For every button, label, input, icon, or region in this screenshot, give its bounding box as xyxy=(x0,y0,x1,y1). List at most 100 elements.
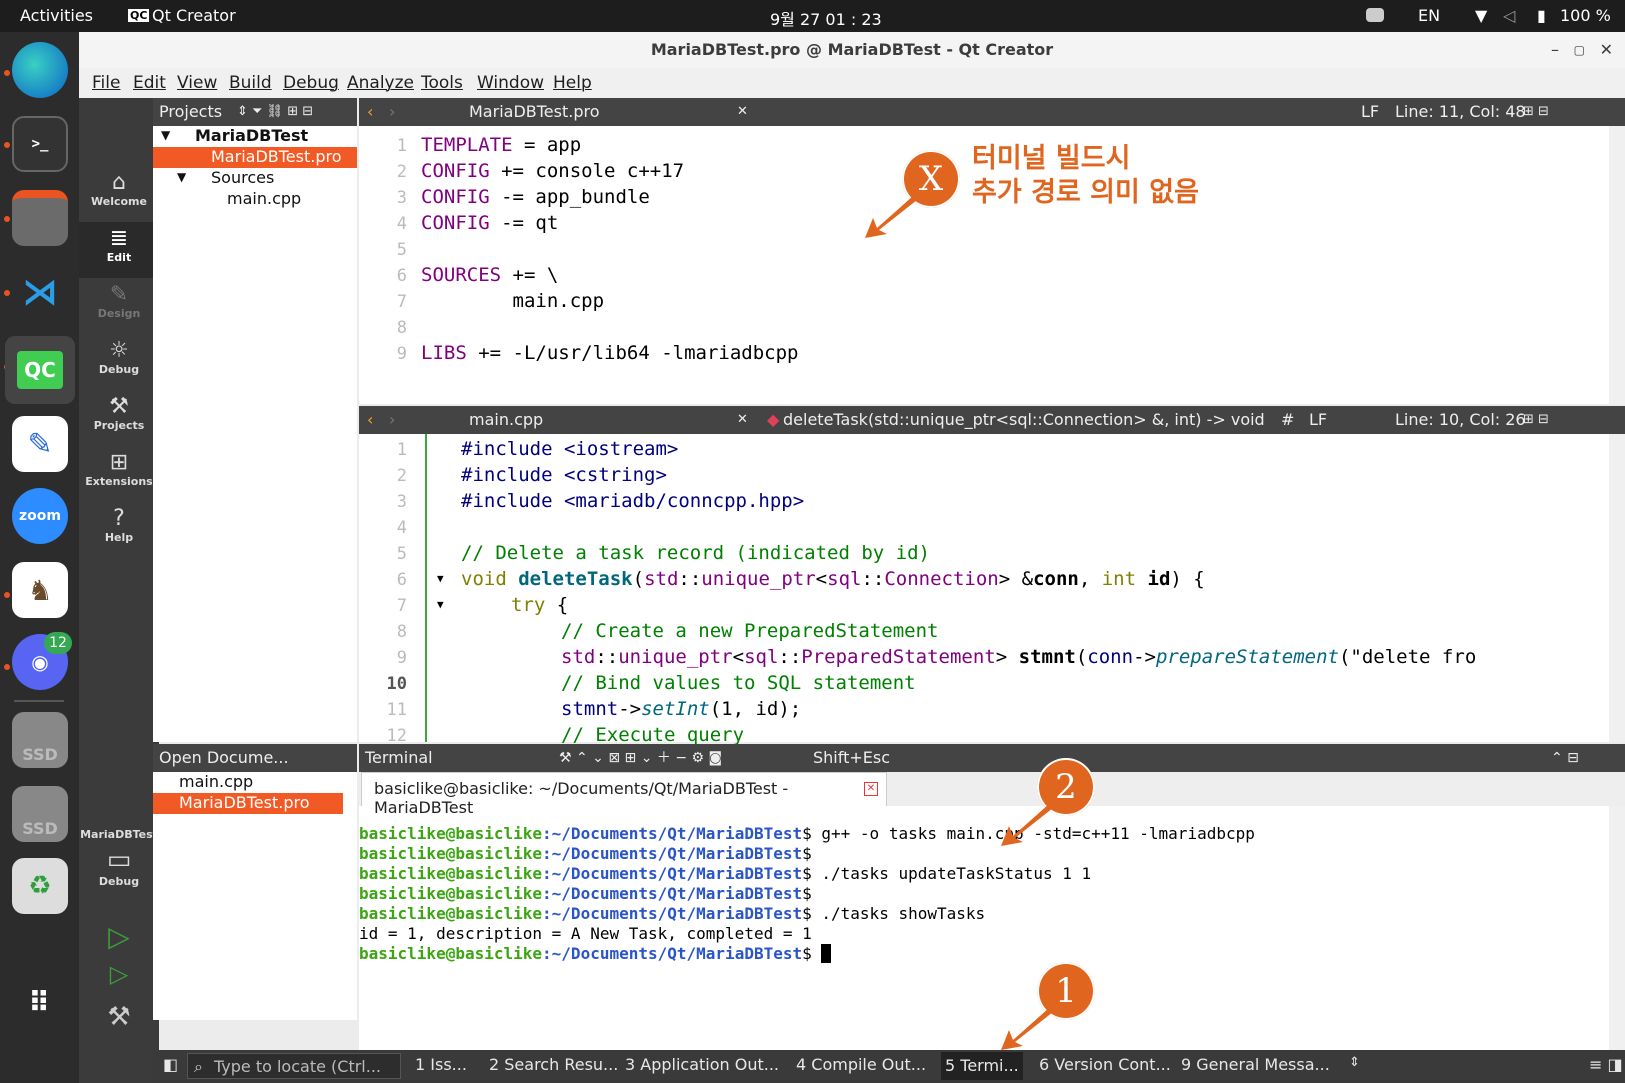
editor1-lf[interactable]: LF xyxy=(1361,98,1379,126)
editor1-toolbar: ‹ › MariaDBTest.pro ✕ LF Line: 11, Col: … xyxy=(359,98,1625,126)
back-arrow-icon[interactable]: ‹ xyxy=(367,98,373,126)
vscode-icon[interactable]: ⋊ xyxy=(12,264,68,320)
split-icon[interactable]: ⊞ ⊟ xyxy=(1523,406,1549,434)
tree-item-maincpp[interactable]: main.cpp xyxy=(227,189,301,208)
terminal-tab-bar: basiclike@basiclike: ~/Documents/Qt/Mari… xyxy=(359,772,1625,817)
editor2-hash[interactable]: # xyxy=(1281,406,1294,434)
panel-maximize-close-icons[interactable]: ⌃ ⊟ xyxy=(1551,744,1579,772)
editor2-toolbar: ‹ › main.cpp ✕ ◆ deleteTask(std::unique_… xyxy=(359,406,1625,434)
editor2-code[interactable]: 1 #include <iostream> 2 #include <cstrin… xyxy=(359,434,1625,746)
mode-welcome[interactable]: ⌂ Welcome xyxy=(79,166,159,222)
close-doc-icon[interactable]: ✕ xyxy=(737,406,748,434)
output-tab-compile[interactable]: 4 Compile Out... xyxy=(796,1055,926,1074)
qt-creator-dock-active[interactable]: QC xyxy=(5,336,75,404)
maximize-icon[interactable]: ▢ xyxy=(1574,32,1585,68)
qt-app-icon: QC xyxy=(128,9,150,22)
output-tab-version-control[interactable]: 6 Version Cont... xyxy=(1039,1055,1171,1074)
wifi-icon[interactable]: ▼ xyxy=(1475,6,1487,25)
editor2-scrollbar[interactable] xyxy=(1609,434,1625,742)
open-doc-item[interactable]: main.cpp xyxy=(179,772,253,791)
locator-input[interactable]: ⌕ Type to locate (Ctrl... xyxy=(187,1053,401,1079)
menu-file[interactable]: File xyxy=(92,73,120,93)
menu-tools[interactable]: Tools xyxy=(421,73,463,93)
dock: >_ ⋊ QC ✎ zoom ♞ ◉ 12 SSD SSD ♻ ⠿ xyxy=(0,32,79,1083)
open-documents-header: Open Docume... xyxy=(153,744,357,772)
toggle-sidebar-icon[interactable]: ◧ xyxy=(163,1055,178,1074)
menu-analyze[interactable]: Analyze xyxy=(347,73,414,93)
menu-window[interactable]: Window xyxy=(477,73,544,93)
open-documents-title[interactable]: Open Docume... xyxy=(159,748,289,767)
close-window-icon[interactable]: ✕ xyxy=(1600,32,1613,68)
editor1-scrollbar[interactable] xyxy=(1609,126,1625,404)
mode-edit[interactable]: ≣ Edit xyxy=(79,222,159,278)
output-tab-terminal-active[interactable]: 5 Termi... xyxy=(941,1052,1023,1080)
dbeaver-icon[interactable]: ♞ xyxy=(12,562,68,618)
forward-arrow-icon[interactable]: › xyxy=(389,406,395,434)
mode-help[interactable]: ? Help xyxy=(79,502,159,558)
open-doc-item-selected[interactable]: MariaDBTest.pro xyxy=(153,793,343,814)
mode-debug[interactable]: ☼ Debug xyxy=(79,334,159,390)
back-arrow-icon[interactable]: ‹ xyxy=(367,406,373,434)
editor2-symbol[interactable]: deleteTask(std::unique_ptr<sql::Connecti… xyxy=(783,406,1265,434)
trash-icon[interactable]: ♻ xyxy=(12,858,68,914)
panel-controls-icon[interactable]: ⇕ ⏷ ⛓ ⊞ ⊟ xyxy=(237,98,313,126)
battery-icon[interactable]: ▮ xyxy=(1537,6,1546,25)
menu-help[interactable]: Help xyxy=(553,73,592,93)
terminal-scrollbar[interactable] xyxy=(1609,806,1625,1062)
build-hammer-icon[interactable]: ⚒ xyxy=(79,1002,159,1058)
more-tabs-icon[interactable]: ⇕ xyxy=(1349,1055,1360,1070)
fold-arrow-icon[interactable]: ▼ xyxy=(437,598,444,611)
output-tab-general-messages[interactable]: 9 General Messa... xyxy=(1181,1055,1330,1074)
ssd-drive-1-icon[interactable]: SSD xyxy=(12,712,68,768)
text-editor-icon[interactable]: ✎ xyxy=(12,416,68,472)
terminal-app-icon[interactable]: >_ xyxy=(12,116,68,172)
mode-design[interactable]: ✎ Design xyxy=(79,278,159,334)
discord-tray-icon[interactable] xyxy=(1366,8,1384,22)
terminal-panel-title: Terminal xyxy=(365,748,433,767)
tree-item-project[interactable]: MariaDBTest xyxy=(195,126,308,145)
sound-muted-icon[interactable]: ◁ xyxy=(1503,6,1515,25)
editor2-cursor-pos[interactable]: Line: 10, Col: 26 xyxy=(1395,406,1526,434)
mode-selector: ⌂ Welcome ≣ Edit ✎ Design ☼ Debug ⚒ Projects … xyxy=(79,98,159,1083)
output-tab-issues[interactable]: 1 Iss... xyxy=(415,1055,467,1074)
show-apps-grid-icon[interactable]: ⠿ xyxy=(12,974,68,1030)
minimize-icon[interactable]: – xyxy=(1551,32,1559,68)
menu-edit[interactable]: Edit xyxy=(133,73,166,93)
menu-view[interactable]: View xyxy=(177,73,217,93)
zoom-icon[interactable]: zoom xyxy=(12,488,68,544)
clock[interactable]: 9월 27 01 : 23 xyxy=(770,6,882,30)
activities-button[interactable]: Activities xyxy=(20,6,93,25)
progress-toggle-icon[interactable]: ≡ ◨ xyxy=(1589,1055,1623,1074)
terminal-tab[interactable]: basiclike@basiclike: ~/Documents/Qt/Mari… xyxy=(361,772,887,817)
tree-item-pro-selected[interactable]: MariaDBTest.pro xyxy=(153,147,357,168)
terminal-output[interactable]: basiclike@basiclike:~/Documents/Qt/Maria… xyxy=(359,824,1609,1044)
editor1-cursor-pos[interactable]: Line: 11, Col: 48 xyxy=(1395,98,1526,126)
mode-extensions[interactable]: ⊞ Extensions xyxy=(79,446,159,502)
output-tab-application[interactable]: 3 Application Out... xyxy=(625,1055,779,1074)
input-language[interactable]: EN xyxy=(1418,6,1440,25)
projects-title[interactable]: Projects xyxy=(159,102,222,121)
editor1-filename[interactable]: MariaDBTest.pro xyxy=(469,98,600,126)
split-icon[interactable]: ⊞ ⊟ xyxy=(1523,98,1549,126)
menu-debug[interactable]: Debug xyxy=(283,73,339,93)
close-doc-icon[interactable]: ✕ xyxy=(737,98,748,126)
close-tab-icon[interactable]: ✕ xyxy=(864,782,878,796)
expand-arrow-icon[interactable]: ▼ xyxy=(177,170,186,184)
mode-projects[interactable]: ⚒ Projects xyxy=(79,390,159,446)
kit-selector[interactable]: MariaDBTest ▭ Debug xyxy=(79,824,159,904)
menu-build[interactable]: Build xyxy=(229,73,272,93)
forward-arrow-icon[interactable]: › xyxy=(389,98,395,126)
terminal-body[interactable]: basiclike@basiclike: ~/Documents/Qt/Mari… xyxy=(359,772,1625,1062)
editor2-lf[interactable]: LF xyxy=(1309,406,1327,434)
ssd-drive-2-icon[interactable]: SSD xyxy=(12,786,68,842)
expand-arrow-icon[interactable]: ▼ xyxy=(161,128,170,142)
home-icon: ⌂ xyxy=(112,170,126,195)
terminal-toolbar-icons[interactable]: ⚒ ⌃ ⌄ ⊠ ⊞ ⌄ ＋ − ⚙ ◙ xyxy=(559,744,722,772)
app-menu-label[interactable]: Qt Creator xyxy=(152,6,236,25)
files-app-icon[interactable] xyxy=(12,190,68,246)
fold-arrow-icon[interactable]: ▼ xyxy=(437,572,444,585)
edge-browser-icon[interactable] xyxy=(12,42,68,98)
output-tab-search[interactable]: 2 Search Resu... xyxy=(489,1055,618,1074)
tree-item-sources[interactable]: Sources xyxy=(211,168,274,187)
editor2-filename[interactable]: main.cpp xyxy=(469,406,543,434)
